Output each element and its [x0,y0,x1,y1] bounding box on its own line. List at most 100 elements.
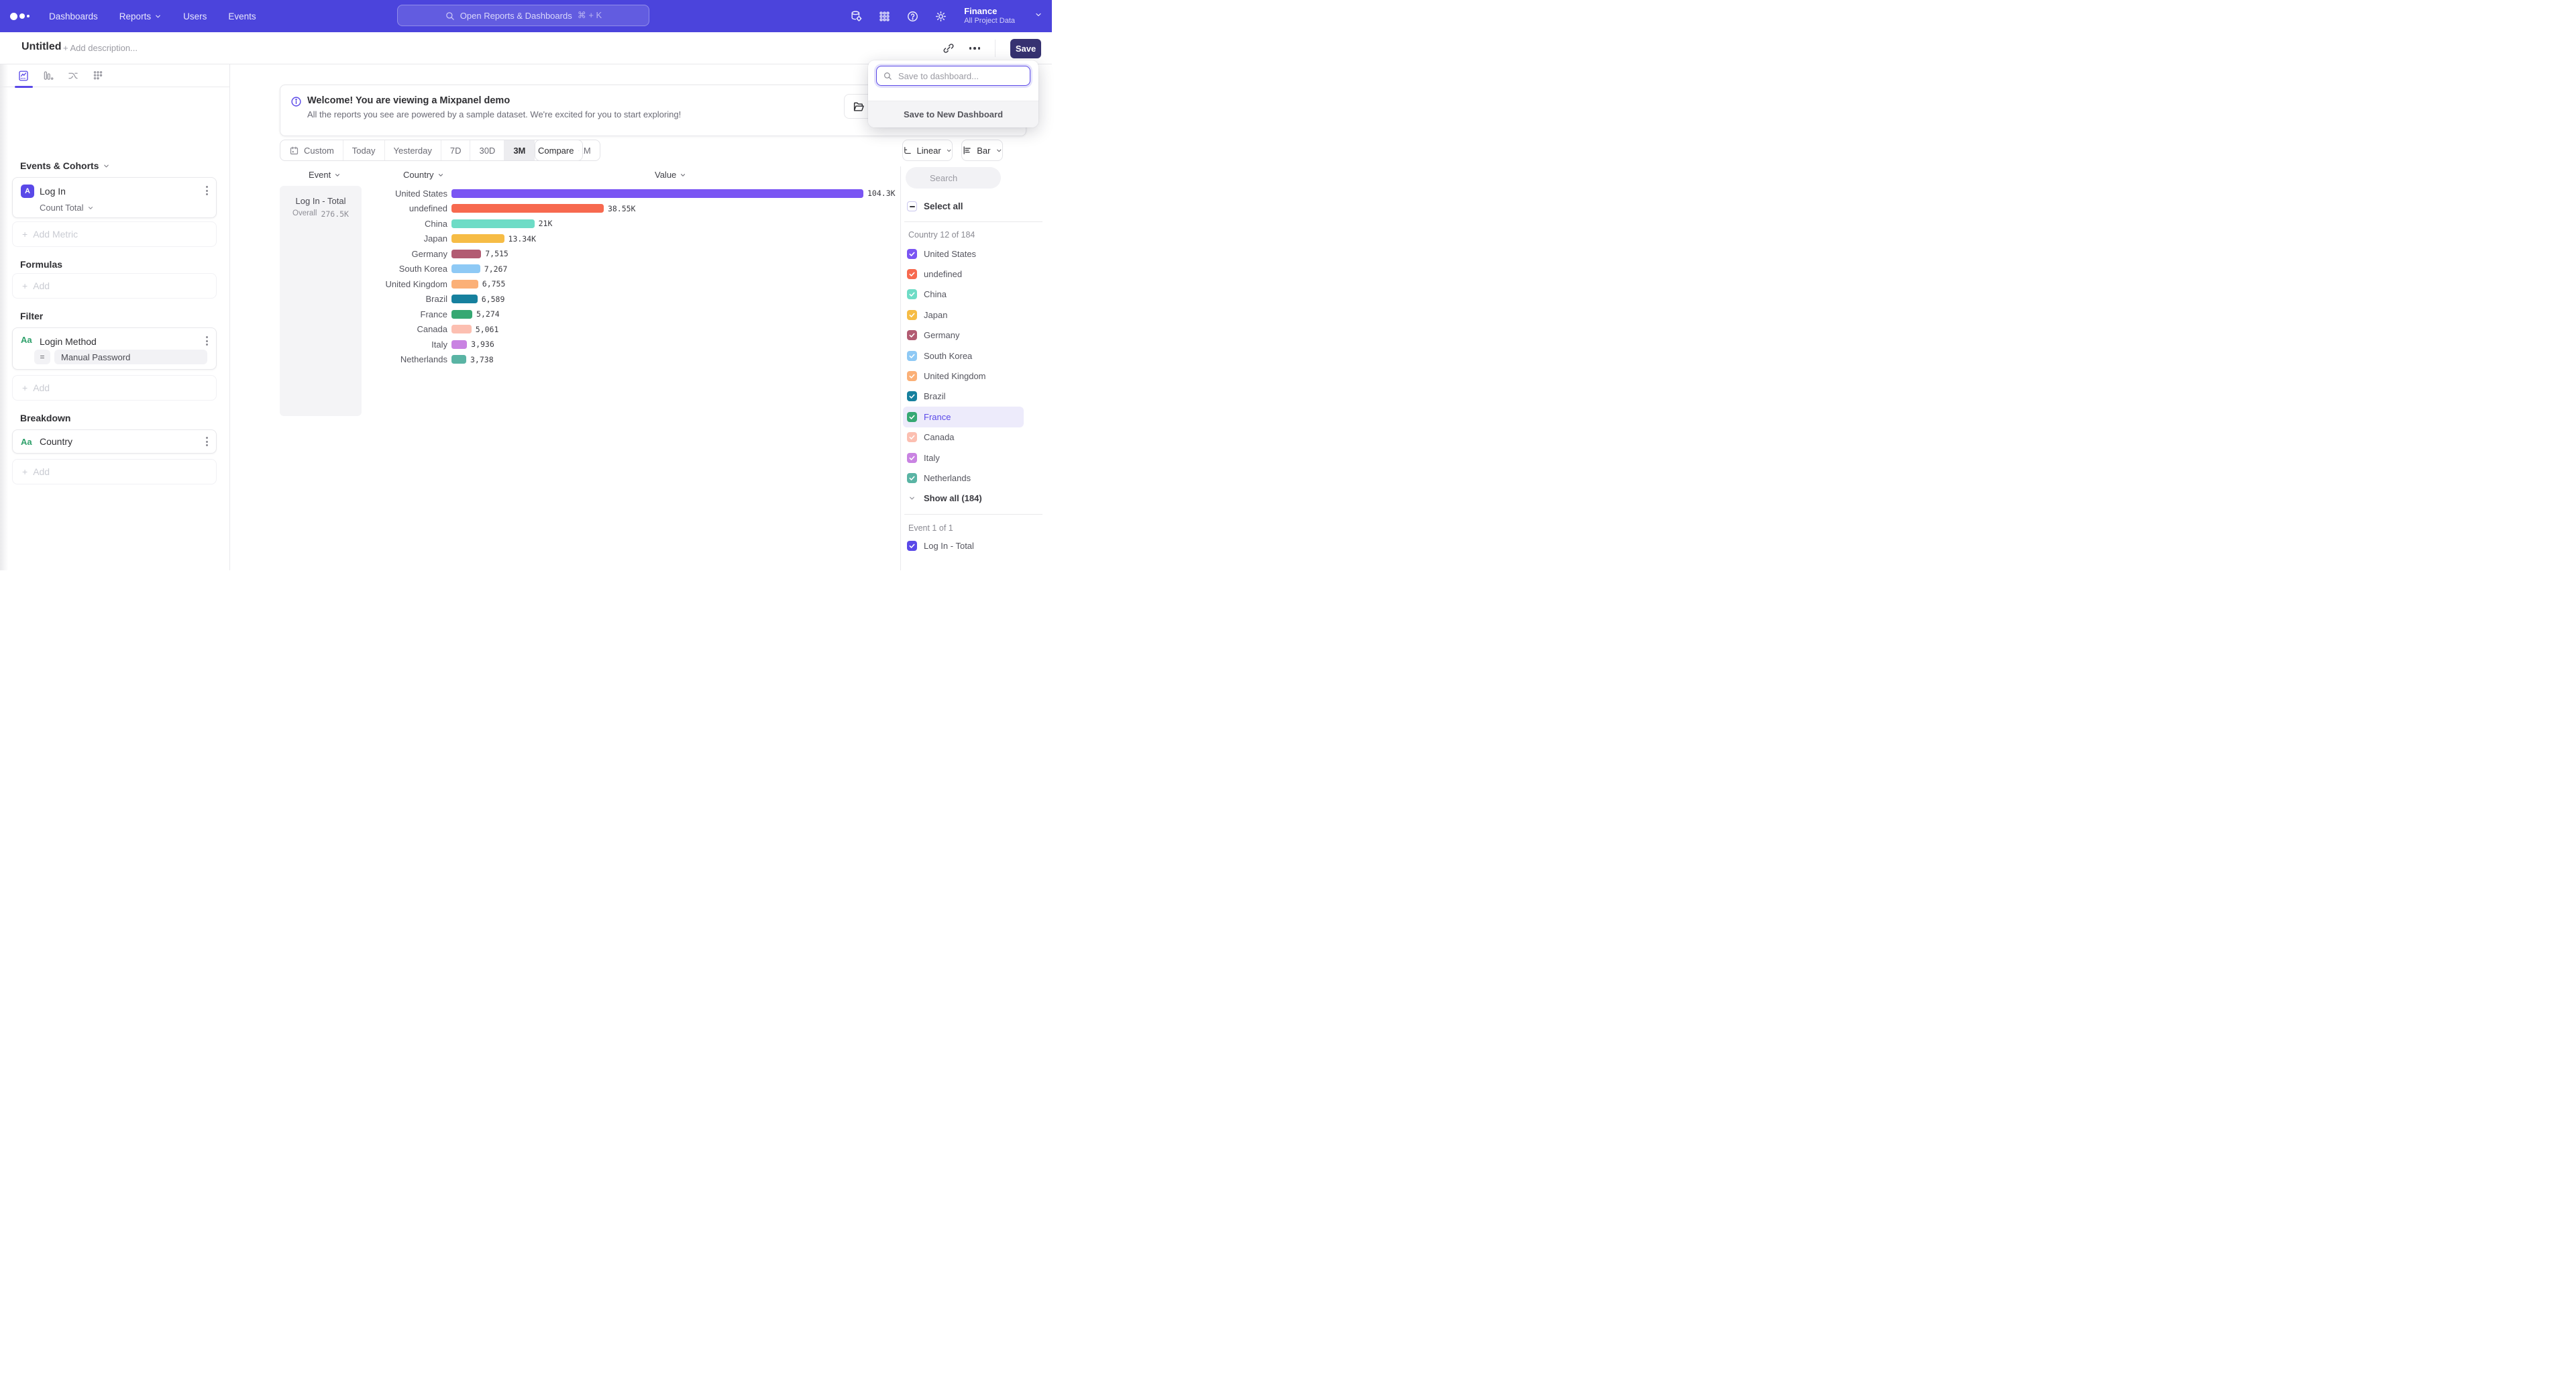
legend-country-item[interactable]: United States [903,244,1024,264]
legend-country-item[interactable]: Italy [903,448,1024,468]
legend-event-label: Log In - Total [924,541,974,551]
chart-row: France5,274 [280,307,900,322]
legend-country-item[interactable]: Germany [903,325,1024,346]
bar[interactable] [451,189,863,198]
legend-country-item[interactable]: Brazil [903,386,1024,407]
range-3m-selected[interactable]: 3M [504,140,535,160]
add-filter-button[interactable]: +Add [12,375,217,401]
data-management-icon[interactable] [850,10,863,23]
range-label: 7D [450,146,462,156]
apps-grid-icon[interactable] [878,10,891,23]
bar[interactable] [451,310,472,319]
tab-flows[interactable] [67,70,79,82]
nav-reports[interactable]: Reports [119,11,162,21]
range-7d[interactable]: 7D [441,140,471,160]
checkbox-checked-icon [907,473,917,483]
divider [904,221,1042,222]
bar[interactable] [451,280,478,289]
tab-retention[interactable] [92,70,104,82]
help-icon[interactable] [906,10,919,23]
legend-event-item[interactable]: Log In - Total [907,541,974,551]
bar[interactable] [451,340,467,349]
show-all-button[interactable]: Show all (184) [903,488,1024,509]
select-all-checkbox[interactable]: Select all [907,201,963,211]
compare-button[interactable]: Compare [535,140,583,161]
range-yesterday[interactable]: Yesterday [385,140,441,160]
save-to-new-dashboard-button[interactable]: Save to New Dashboard [868,101,1038,127]
checkbox-checked-icon [907,269,917,279]
project-switcher[interactable]: Finance All Project Data [964,6,1015,26]
add-breakdown-button[interactable]: +Add [12,459,217,484]
save-button[interactable]: Save [1010,39,1041,58]
formulas-label: Formulas [20,259,62,270]
global-search-button[interactable]: Open Reports & Dashboards ⌘ + K [397,5,649,26]
column-header-event[interactable]: Event [309,170,341,180]
legend-country-item[interactable]: China [903,284,1024,305]
legend-country-item[interactable]: undefined [903,264,1024,284]
breakdown-more-button[interactable] [206,437,208,446]
value-column-label: Value [655,170,676,180]
nav-events[interactable]: Events [228,11,256,21]
breakdown-property-name[interactable]: Country [40,436,72,447]
report-title[interactable]: Untitled [21,41,62,53]
metric-card-login[interactable]: A Log In Count Total [12,177,217,218]
legend-country-item[interactable]: South Korea [903,346,1024,366]
bar[interactable] [451,264,480,273]
chart-type-button[interactable]: Bar [961,140,1003,161]
legend-search-input[interactable] [906,167,1001,189]
filter-value[interactable]: Manual Password [54,350,207,364]
save-dashboard-search-input[interactable] [876,66,1030,86]
legend-country-item[interactable]: France [903,407,1024,427]
tab-funnels[interactable] [42,70,54,82]
column-header-country[interactable]: Country [403,170,444,180]
breakdown-card-country[interactable]: Aa Country [12,429,217,454]
add-description[interactable]: + Add description... [63,43,138,53]
legend-country-item[interactable]: United Kingdom [903,366,1024,386]
check-icon [908,372,916,380]
metric-aggregation[interactable]: Count Total [40,203,94,213]
add-formula-button[interactable]: +Add [12,273,217,299]
metric-event-name[interactable]: Log In [40,186,66,197]
bar-value-label: 21K [539,219,553,228]
bar[interactable] [451,325,472,333]
bar[interactable] [451,250,481,258]
bar[interactable] [451,355,466,364]
bar[interactable] [451,295,478,303]
range-30d[interactable]: 30D [470,140,504,160]
insights-chart-icon [17,70,30,82]
range-today[interactable]: Today [343,140,385,160]
legend-country-item[interactable]: Japan [903,305,1024,325]
copy-link-button[interactable] [943,42,955,54]
search-shortcut-hint: ⌘ + K [578,10,602,21]
tab-insights[interactable] [17,70,30,82]
bar[interactable] [451,234,504,243]
column-header-value[interactable]: Value [655,170,686,180]
bar[interactable] [451,204,604,213]
metric-more-button[interactable] [206,186,208,195]
add-metric-button[interactable]: +Add Metric [12,221,217,247]
settings-gear-icon[interactable] [934,10,947,23]
checkbox-checked-icon [907,412,917,422]
filter-more-button[interactable] [206,336,208,346]
chevron-down-icon [578,147,580,154]
legend-country-item[interactable]: Canada [903,427,1024,448]
check-icon [908,433,916,441]
indeterminate-checkbox-icon [907,201,917,211]
scale-selector-button[interactable]: Linear [902,140,953,161]
bar-category-label: United Kingdom [280,279,447,289]
filter-card-login-method[interactable]: Aa Login Method = Manual Password [12,327,217,370]
nav-users[interactable]: Users [183,11,207,21]
breakdown-header: Breakdown [20,413,70,423]
more-actions-button[interactable] [969,47,981,50]
nav-dashboards[interactable]: Dashboards [49,11,98,21]
bar[interactable] [451,219,535,228]
top-navigation: Dashboards Reports Users Events Open Rep… [0,0,1052,32]
range-custom[interactable]: Custom [280,140,343,160]
filter-operator[interactable]: = [34,350,50,364]
mixpanel-logo-icon[interactable] [10,13,33,20]
checkbox-checked-icon [907,249,917,259]
events-cohorts-header[interactable]: Events & Cohorts [20,160,110,171]
filter-property-name[interactable]: Login Method [40,336,97,347]
filter-label: Filter [20,311,43,321]
legend-country-item[interactable]: Netherlands [903,468,1024,488]
